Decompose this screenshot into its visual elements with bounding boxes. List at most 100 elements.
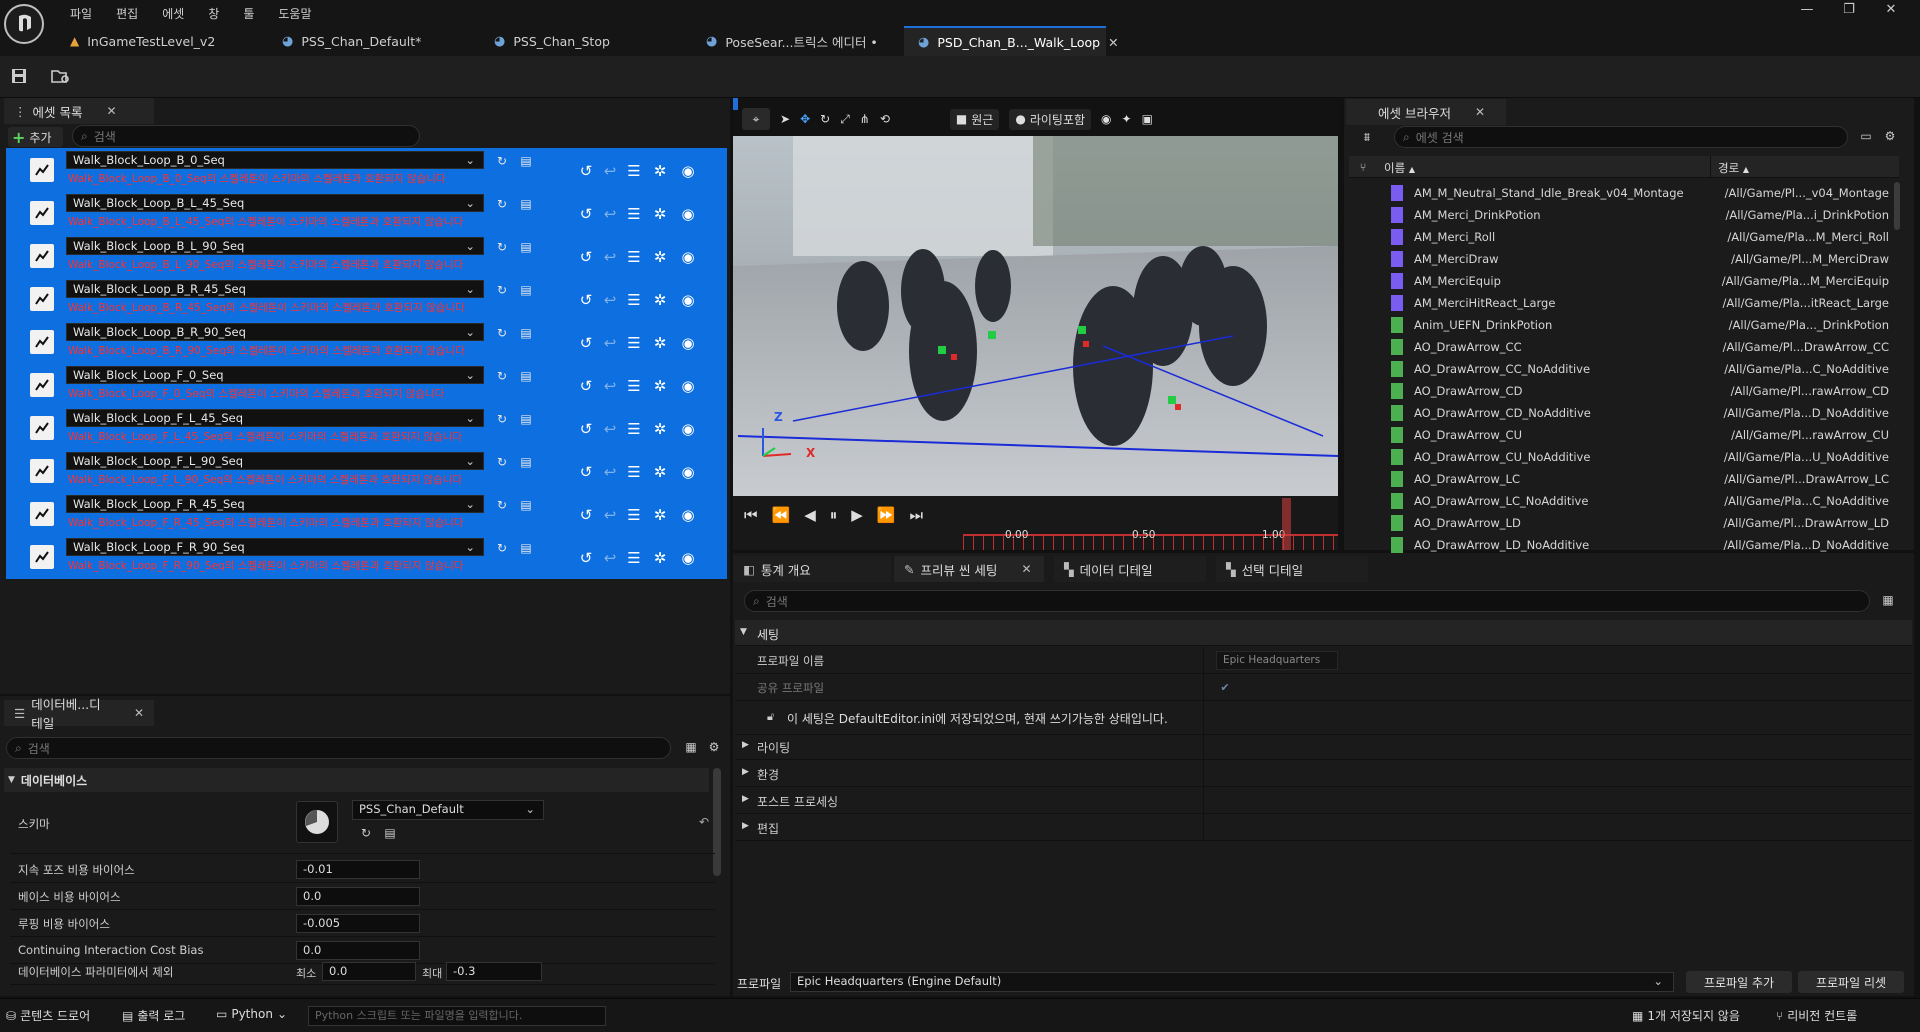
asset-browser-row[interactable]: AO_DrawArrow_LC_NoAdditive/All/Game/Pla.… [1349, 490, 1899, 512]
visibility-eye-icon[interactable]: ◉ [678, 248, 698, 268]
bone-mask-icon[interactable]: ✲ [650, 420, 670, 440]
browse-icon[interactable]: ▤ [518, 455, 534, 471]
root-motion-icon[interactable]: ☰ [624, 463, 644, 483]
visibility-eye-icon[interactable]: ◉ [678, 463, 698, 483]
section-settings[interactable]: ▼ 세팅 [735, 620, 1912, 646]
asset-browser-row[interactable]: AO_DrawArrow_CU/All/Game/Pl...rawArrow_C… [1349, 424, 1899, 446]
browse-icon[interactable]: ▤ [518, 412, 534, 428]
hierarchy-icon[interactable]: ⑂ [1356, 160, 1370, 174]
layout-icon[interactable]: ▣ [1142, 112, 1153, 126]
bone-mask-icon[interactable]: ✲ [650, 549, 670, 569]
max-field[interactable]: -0.3 [446, 962, 542, 981]
step-back-icon[interactable]: ⏪ [772, 506, 791, 524]
detail-value-field[interactable]: -0.005 [296, 914, 420, 933]
asset-row[interactable]: Walk_Block_Loop_B_L_90_Seq ⌄ Walk_Block_Lo… [6, 234, 727, 277]
asset-browser-row[interactable]: AO_DrawArrow_LD/All/Game/Pl...DrawArrow_… [1349, 512, 1899, 534]
use-selected-icon[interactable]: ↻ [494, 498, 510, 514]
mirror-icon[interactable]: ↩ [600, 205, 620, 225]
realtime-icon[interactable]: ✦ [1122, 112, 1132, 126]
close-panel-icon[interactable]: ✕ [106, 104, 116, 118]
root-motion-icon[interactable]: ☰ [624, 549, 644, 569]
maximize-icon[interactable]: ❐ [1834, 2, 1864, 22]
asset-browser-row[interactable]: AO_DrawArrow_CU_NoAdditive/All/Game/Pla.… [1349, 446, 1899, 468]
settings-gear-icon[interactable]: ⚙ [1882, 128, 1898, 144]
tab-posesearch-matrix-editor[interactable]: ◕ PoseSear...트릭스 에디터 • [692, 26, 892, 56]
asset-row[interactable]: Walk_Block_Loop_F_R_90_Seq ⌄ Walk_Block_Lo… [6, 535, 727, 578]
asset-browser-row[interactable]: Anim_UEFN_DrinkPotion/All/Game/Pla..._Dr… [1349, 314, 1899, 336]
translate-icon[interactable]: ✥ [800, 112, 810, 126]
mirror-icon[interactable]: ↩ [600, 506, 620, 526]
use-selected-icon[interactable]: ↻ [494, 455, 510, 471]
asset-browser-row[interactable]: AO_DrawArrow_CC/All/Game/Pl...DrawArrow_… [1349, 336, 1899, 358]
browse-icon[interactable]: ▤ [518, 283, 534, 299]
camera-speed-icon[interactable]: ⟲ [880, 112, 890, 126]
profile-name-field[interactable]: Epic Headquarters [1216, 651, 1338, 670]
asset-row[interactable]: Walk_Block_Loop_B_0_Seq ⌄ Walk_Block_Loop_… [6, 148, 727, 191]
min-field[interactable]: 0.0 [322, 962, 416, 981]
tab-database-details[interactable]: ☰ 데이터베...디테일 ✕ [4, 697, 154, 731]
mirror-icon[interactable]: ↩ [600, 248, 620, 268]
close-panel-icon[interactable]: ✕ [134, 706, 144, 720]
lighting-button[interactable]: ● 라이팅포함 [1009, 108, 1092, 130]
root-motion-icon[interactable]: ☰ [624, 420, 644, 440]
reset-arrow-icon[interactable]: ↶ [696, 814, 712, 830]
asset-browser-row[interactable]: AM_MerciEquip/All/Game/Pla...M_MerciEqui… [1349, 270, 1899, 292]
browse-icon[interactable]: ▤ [382, 825, 398, 841]
use-selected-icon[interactable]: ↻ [494, 240, 510, 256]
use-selected-icon[interactable]: ↻ [494, 197, 510, 213]
loop-icon[interactable]: ↺ [576, 248, 596, 268]
loop-icon[interactable]: ↺ [576, 549, 596, 569]
asset-combo[interactable]: Walk_Block_Loop_B_R_45_Seq ⌄ [66, 280, 484, 298]
add-button[interactable]: + 추가 [8, 127, 63, 147]
close-tab-icon[interactable]: ✕ [1108, 35, 1118, 50]
mirror-icon[interactable]: ↩ [600, 377, 620, 397]
visibility-eye-icon[interactable]: ◉ [678, 162, 698, 182]
rotate-icon[interactable]: ↻ [820, 112, 830, 126]
asset-browser-row[interactable]: AM_M_Neutral_Stand_Idle_Break_v04_Montag… [1349, 182, 1899, 204]
root-motion-icon[interactable]: ☰ [624, 506, 644, 526]
profile-combo[interactable]: Epic Headquarters (Engine Default) ⌄ [790, 972, 1674, 992]
skip-to-start-icon[interactable]: ⏮ [744, 506, 758, 524]
asset-combo[interactable]: Walk_Block_Loop_F_L_90_Seq ⌄ [66, 452, 484, 470]
section-environment[interactable]: ▶ 환경 [735, 760, 1912, 787]
browse-icon[interactable]: ▤ [518, 541, 534, 557]
browse-icon[interactable]: ▤ [518, 369, 534, 385]
menu-window[interactable]: 창 [196, 5, 231, 22]
column-splitter[interactable] [1203, 647, 1204, 841]
mirror-icon[interactable]: ↩ [600, 291, 620, 311]
visibility-eye-icon[interactable]: ◉ [678, 377, 698, 397]
section-lighting[interactable]: ▶ 라이팅 [735, 733, 1912, 760]
unsaved-assets-button[interactable]: ▦ 1개 저장되지 않음 [1632, 1007, 1740, 1024]
visibility-eye-icon[interactable]: ◉ [678, 420, 698, 440]
tab-pss-chan-stop[interactable]: ◕ PSS_Chan_Stop [480, 26, 624, 56]
mirror-icon[interactable]: ↩ [600, 420, 620, 440]
column-name[interactable]: 이름 ▲ [1384, 160, 1415, 176]
use-selected-icon[interactable]: ↻ [358, 825, 374, 841]
tab-stats-overview[interactable]: ◧ 통계 개요 [733, 556, 891, 582]
show-flags-icon[interactable]: ◉ [1101, 112, 1111, 126]
column-path[interactable]: 경로 ▲ [1718, 160, 1749, 176]
loop-icon[interactable]: ↺ [576, 463, 596, 483]
asset-row[interactable]: Walk_Block_Loop_B_L_45_Seq ⌄ Walk_Block_Lo… [6, 191, 727, 234]
loop-icon[interactable]: ↺ [576, 377, 596, 397]
bone-mask-icon[interactable]: ✲ [650, 463, 670, 483]
tab-ingame-test-level[interactable]: ▲ InGameTestLevel_v2 [56, 26, 229, 56]
asset-combo[interactable]: Walk_Block_Loop_B_L_90_Seq ⌄ [66, 237, 484, 255]
asset-combo[interactable]: Walk_Block_Loop_B_R_90_Seq ⌄ [66, 323, 484, 341]
use-selected-icon[interactable]: ↻ [494, 412, 510, 428]
menu-help[interactable]: 도움말 [266, 5, 323, 22]
use-selected-icon[interactable]: ↻ [494, 326, 510, 342]
asset-combo[interactable]: Walk_Block_Loop_B_L_45_Seq ⌄ [66, 194, 484, 212]
close-panel-icon[interactable]: ✕ [1021, 562, 1031, 576]
use-selected-icon[interactable]: ↻ [494, 541, 510, 557]
loop-icon[interactable]: ↺ [576, 420, 596, 440]
menu-file[interactable]: 파일 [58, 5, 104, 22]
tab-data-details[interactable]: ▚ 데이터 디테일 [1054, 556, 1206, 582]
asset-browser-row[interactable]: AM_MerciDraw/All/Game/Pl...M_MerciDraw [1349, 248, 1899, 270]
tab-selection-details[interactable]: ▚ 선택 디테일 [1216, 556, 1368, 582]
filter-icon[interactable]: ⩩ [1352, 128, 1382, 146]
root-motion-icon[interactable]: ☰ [624, 205, 644, 225]
visibility-eye-icon[interactable]: ◉ [678, 334, 698, 354]
details-search-input[interactable]: ⌕ 검색 [6, 737, 671, 759]
asset-search-input[interactable]: ⌕ 검색 [72, 125, 420, 147]
